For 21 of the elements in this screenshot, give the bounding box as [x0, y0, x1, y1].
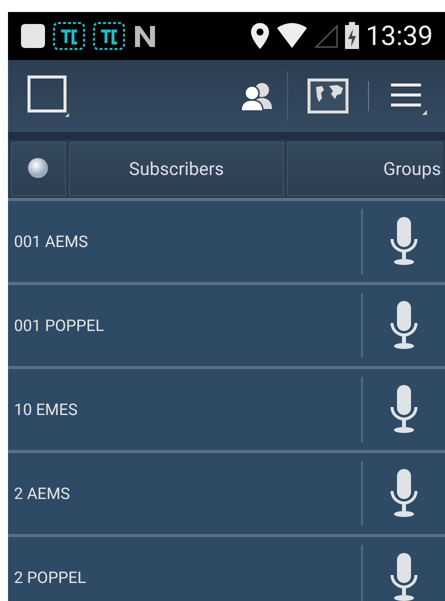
wifi-icon: [276, 23, 308, 49]
circle-icon: [26, 157, 50, 181]
microphone-icon: [389, 468, 419, 518]
status-button[interactable]: [11, 142, 66, 196]
location-pin-icon: [250, 22, 270, 50]
people-icon: [240, 81, 274, 111]
tab[interactable]: Subscribers: [69, 142, 284, 196]
map-icon: [307, 78, 349, 114]
microphone-icon: [389, 384, 419, 434]
clock: 13:39: [366, 22, 433, 50]
tab[interactable]: Groups: [287, 142, 443, 196]
notification-icon: [20, 23, 46, 49]
signal-icon: [314, 24, 338, 48]
app-notification-icon: [92, 21, 126, 51]
microphone-icon: [389, 300, 419, 350]
microphone-icon: [389, 216, 419, 266]
app-notification-icon: [52, 21, 86, 51]
microphone-icon: [389, 552, 419, 601]
square-icon: [27, 75, 69, 117]
battery-icon: [344, 22, 360, 50]
n-icon: [132, 23, 158, 49]
